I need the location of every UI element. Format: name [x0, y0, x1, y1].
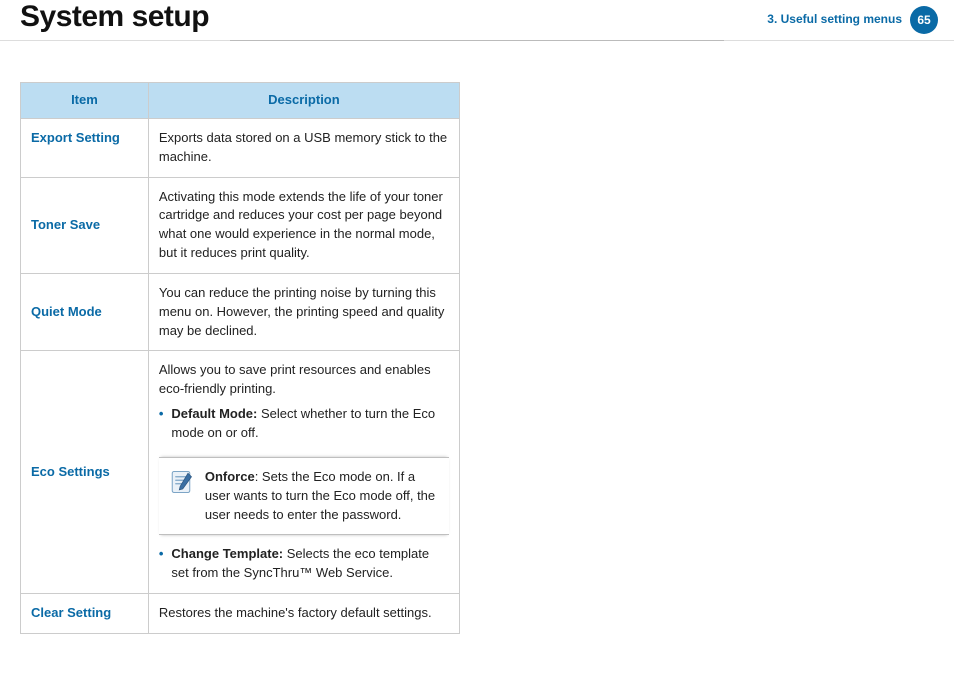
table-row: Clear Setting Restores the machine's fac… [21, 594, 460, 634]
page-title: System setup [20, 0, 209, 34]
note-box: Onforce: Sets the Eco mode on. If a user… [159, 457, 449, 536]
desc-cell-quiet: You can reduce the printing noise by tur… [148, 273, 459, 351]
page-root: System setup 3. Useful setting menus 65 … [0, 0, 954, 675]
breadcrumb: 3. Useful setting menus [767, 12, 902, 26]
eco-bullet-change: • Change Template: Selects the eco templ… [159, 545, 449, 583]
desc-cell-toner: Activating this mode extends the life of… [148, 177, 459, 273]
eco-change-text: Change Template: Selects the eco templat… [171, 545, 449, 583]
settings-table: Item Description Export Setting Exports … [20, 82, 460, 634]
note-text: Onforce: Sets the Eco mode on. If a user… [205, 468, 439, 525]
desc-cell-eco: Allows you to save print resources and e… [148, 351, 459, 594]
item-cell-export: Export Setting [21, 118, 149, 177]
bullet-icon: • [159, 545, 166, 583]
item-cell-quiet: Quiet Mode [21, 273, 149, 351]
bullet-icon: • [159, 405, 166, 443]
table-row: Eco Settings Allows you to save print re… [21, 351, 460, 594]
table-row: Export Setting Exports data stored on a … [21, 118, 460, 177]
eco-default-text: Default Mode: Select whether to turn the… [171, 405, 449, 443]
header: System setup 3. Useful setting menus 65 [0, 0, 954, 41]
desc-cell-export: Exports data stored on a USB memory stic… [148, 118, 459, 177]
item-cell-eco: Eco Settings [21, 351, 149, 594]
page-number-badge: 65 [910, 6, 938, 34]
item-cell-clear: Clear Setting [21, 594, 149, 634]
col-header-item: Item [21, 83, 149, 119]
eco-change-label: Change Template: [171, 546, 283, 561]
eco-default-label: Default Mode: [171, 406, 257, 421]
note-icon [167, 468, 195, 496]
item-cell-toner: Toner Save [21, 177, 149, 273]
eco-intro: Allows you to save print resources and e… [159, 361, 449, 399]
col-header-description: Description [148, 83, 459, 119]
desc-cell-clear: Restores the machine's factory default s… [148, 594, 459, 634]
header-divider [230, 39, 724, 41]
table-row: Quiet Mode You can reduce the printing n… [21, 273, 460, 351]
note-label: Onforce [205, 469, 255, 484]
table-row: Toner Save Activating this mode extends … [21, 177, 460, 273]
eco-bullet-default: • Default Mode: Select whether to turn t… [159, 405, 449, 443]
